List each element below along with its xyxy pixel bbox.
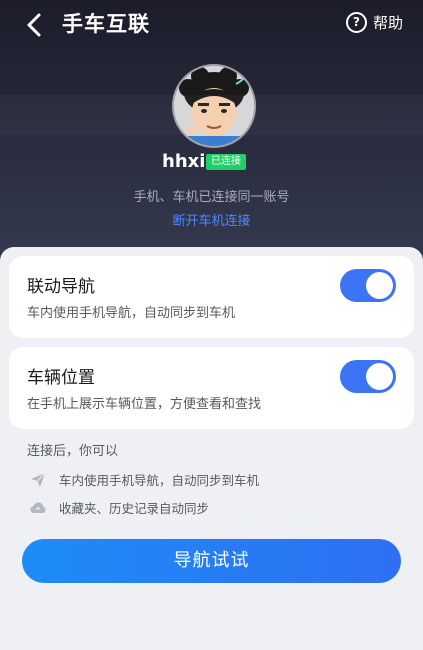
username: hhxi [162, 151, 206, 172]
question-icon: ? [345, 12, 367, 33]
linked-navigation-toggle[interactable] [340, 269, 396, 302]
back-arrow-icon[interactable] [24, 12, 46, 38]
page-title: 手车互联 [62, 12, 150, 36]
toggle-knob [366, 272, 393, 299]
feature-item: 车内使用手机导航，自动同步到车机 [30, 470, 259, 489]
cartoon-face-icon [174, 66, 254, 146]
setting-description: 车内使用手机导航，自动同步到车机 [27, 306, 236, 321]
account-status-text: 手机、车机已连接同一账号 [133, 190, 290, 205]
try-navigation-button[interactable]: 导航试试 [22, 539, 401, 583]
help-button[interactable]: ? 帮助 [345, 12, 403, 33]
help-label: 帮助 [372, 14, 403, 32]
toggle-knob [366, 363, 393, 390]
feature-text: 车内使用手机导航，自动同步到车机 [59, 473, 260, 488]
cloud-icon [30, 502, 46, 513]
setting-description: 在手机上展示车辆位置，方便查看和查找 [27, 397, 262, 412]
feature-text: 收藏夹、历史记录自动同步 [59, 501, 210, 516]
setting-title: 联动导航 [27, 277, 95, 297]
paper-plane-icon [31, 472, 46, 487]
setting-title: 车辆位置 [27, 368, 95, 388]
features-section-title: 连接后，你可以 [27, 444, 119, 459]
header-hero: 手车互联 ? 帮助 hhxi 已连接 手机、车机已连接同一账号 断开车机连接 [0, 0, 423, 262]
feature-item: 收藏夹、历史记录自动同步 [30, 498, 209, 517]
avatar [172, 64, 256, 148]
disconnect-link[interactable]: 断开车机连接 [0, 210, 423, 229]
vehicle-location-toggle[interactable] [340, 360, 396, 393]
vehicle-location-card: 车辆位置 在手机上展示车辆位置，方便查看和查找 [9, 347, 414, 429]
status-badge: 已连接 [206, 154, 246, 170]
linked-navigation-card: 联动导航 车内使用手机导航，自动同步到车机 [9, 256, 414, 338]
